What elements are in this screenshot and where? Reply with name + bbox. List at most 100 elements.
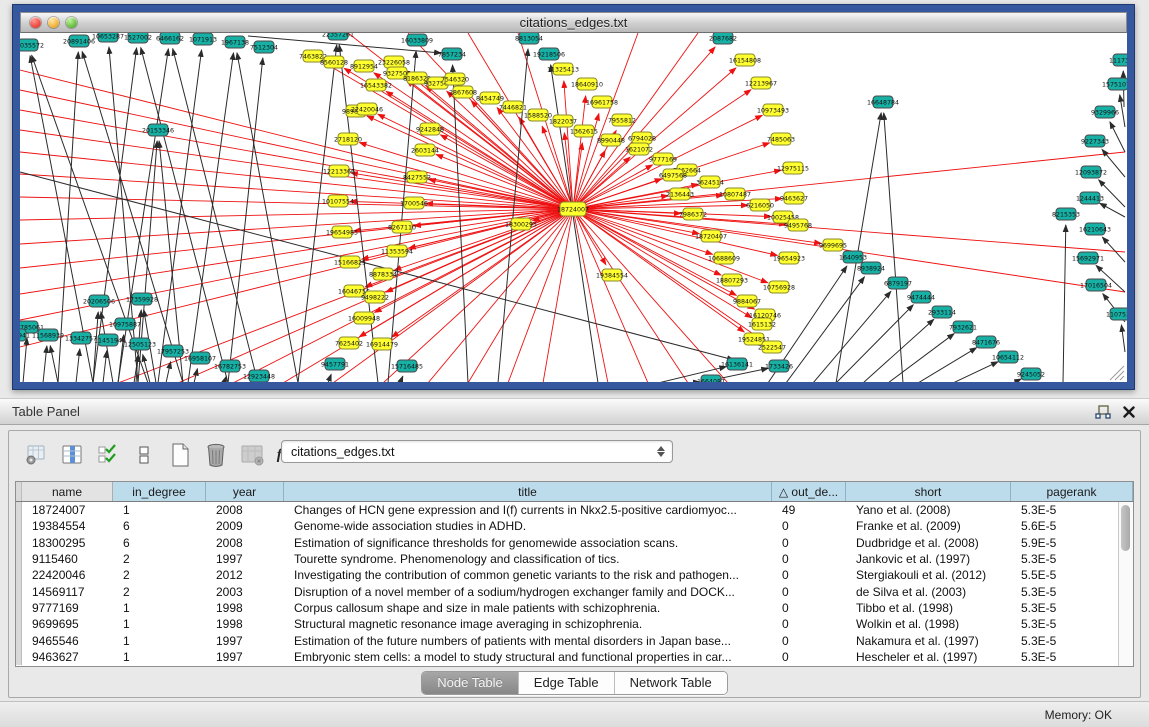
table-scrollbar-thumb[interactable] [1121,505,1130,551]
graph-node-label: 16961758 [586,99,618,106]
network-canvas[interactable]: 1872400711325413746382285601288912954232… [20,33,1127,382]
table-selector-combobox[interactable]: citations_edges.txt [281,440,673,463]
graph-node-label: 8560128 [320,59,348,66]
graph-edge [573,195,723,209]
table-scrollbar[interactable] [1118,502,1133,666]
graph-node-label: 8813054 [515,35,543,42]
graph-node-label: 9457791 [321,361,349,368]
column-header-title[interactable]: title [284,482,772,501]
graph-node-label: 8215353 [1052,211,1080,218]
graph-edge [109,47,138,382]
close-window-icon[interactable] [30,17,41,28]
table-cell: Changes of HCN gene expression and I(f) … [284,503,772,517]
minimize-window-icon[interactable] [48,17,59,28]
graph-node-label: 11568939 [32,332,64,339]
column-header-in_degree[interactable]: in_degree [113,482,206,501]
graph-node-label: 9474444 [907,294,935,301]
table-cell: 1 [113,617,206,631]
float-panel-icon[interactable] [1095,405,1111,419]
memory-status-indicator[interactable] [1120,708,1133,721]
table-body[interactable]: 1872400712008Changes of HCN gene express… [16,502,1133,666]
table-row[interactable]: 969969511998Structural magnetic resonanc… [16,616,1133,632]
window-title: citations_edges.txt [520,15,628,30]
zoom-window-icon[interactable] [66,17,77,28]
table-cell: 9699695 [22,617,113,631]
table-cell: 19384554 [22,519,113,533]
table-panel: f(x) citations_edges.txt namein_degreeye… [8,430,1141,698]
graph-node-label: 12093872 [1075,169,1107,176]
column-header-out_de[interactable]: △ out_de... [772,482,846,501]
table-cell: Investigating the contribution of common… [284,568,772,582]
graph-edge [1110,122,1125,152]
graph-edge [573,209,744,332]
table-cell: 22420046 [22,568,113,582]
table-cell: 1 [113,650,206,664]
column-header-pagerank[interactable]: pagerank [1011,482,1133,501]
table-row[interactable]: 2242004622012Investigating the contribut… [16,567,1133,583]
combobox-stepper-icon[interactable] [652,446,670,457]
graph-node-label: 1700546 [400,200,428,207]
graph-node-label: 9498222 [361,294,389,301]
graph-node-label: 1071913 [189,36,217,43]
graph-node-label: 16543382 [360,82,392,89]
column-header-year[interactable]: year [206,482,284,501]
column-header-short[interactable]: short [846,482,1011,501]
table-row[interactable]: 977716911998Corpus callosum shape and si… [16,600,1133,616]
table-cell: 5.3E-5 [1011,552,1133,566]
graph-node-label: 1640953 [839,254,867,261]
graph-node-label: 15716485 [391,363,423,370]
graph-edge [20,130,573,209]
canvas-resize-grip[interactable] [1110,366,1124,380]
graph-node-label: 7446821 [499,104,527,111]
graph-node-label: 16914479 [366,341,398,348]
graph-node-label: 18640910 [571,81,603,88]
table-cell: Tibbo et al. (1998) [846,601,1011,615]
network-window: citations_edges.txt 18724007113254137463… [12,4,1135,390]
graph-node-label: 8454749 [476,95,504,102]
table-cell: 5.3E-5 [1011,503,1133,517]
graph-edge [383,209,573,382]
table-row[interactable]: 1830029562008Estimation of significance … [16,535,1133,551]
table-cell: 0 [772,585,846,599]
table-row[interactable]: 1456911722003Disruption of a novel membe… [16,583,1133,599]
tab-network-table[interactable]: Network Table [615,672,727,694]
tab-node-table[interactable]: Node Table [422,672,519,694]
network-window-titlebar[interactable]: citations_edges.txt [20,12,1127,33]
delete-table-icon[interactable] [203,442,229,468]
graph-edge [863,319,934,382]
graph-node-label: 22420046 [351,106,383,113]
table-row[interactable]: 1938455462009Genome-wide association stu… [16,518,1133,534]
graph-edge [103,351,107,382]
graph-node-label: 10688609 [708,255,740,262]
graph-edge [508,209,573,382]
select-all-icon[interactable] [95,442,121,468]
graph-node-label: 15692971 [1072,255,1104,262]
graph-node-label: 1362615 [570,128,598,135]
create-table-icon[interactable] [167,442,193,468]
graph-node-label: 1588520 [524,112,552,119]
close-panel-icon[interactable] [1123,406,1135,418]
graph-node-label: 9699695 [819,242,847,249]
graph-node-label: 20891406 [63,38,95,45]
table-row[interactable]: 946554611997Estimation of the future num… [16,632,1133,648]
table-row[interactable]: 1872400712008Changes of HCN gene express… [16,502,1133,518]
column-visibility-icon[interactable] [131,442,157,468]
table-cell: 1997 [206,634,284,648]
graph-node-label: 7625402 [335,340,363,347]
table-cell: 5.3E-5 [1011,634,1133,648]
column-header-name[interactable]: name [22,482,113,501]
tab-edge-table[interactable]: Edge Table [519,672,615,694]
graph-node-label: 6216050 [746,202,774,209]
table-settings-icon[interactable] [23,442,49,468]
graph-node-label: 1107533 [1106,311,1127,318]
show-columns-icon[interactable] [59,442,85,468]
graph-node-label: 6794028 [628,135,656,142]
graph-edge [953,362,998,382]
table-row[interactable]: 946362711997Embryonic stem cells: a mode… [16,649,1133,665]
graph-node-label: 10653287 [92,33,124,40]
table-row[interactable]: 911546021997Tourette syndrome. Phenomeno… [16,551,1133,567]
graph-node-label: 19654923 [773,255,805,262]
status-bar: Memory: OK [0,701,1149,727]
table-cell: Estimation of significance thresholds fo… [284,536,772,550]
graph-node-label: 16033809 [401,37,433,44]
